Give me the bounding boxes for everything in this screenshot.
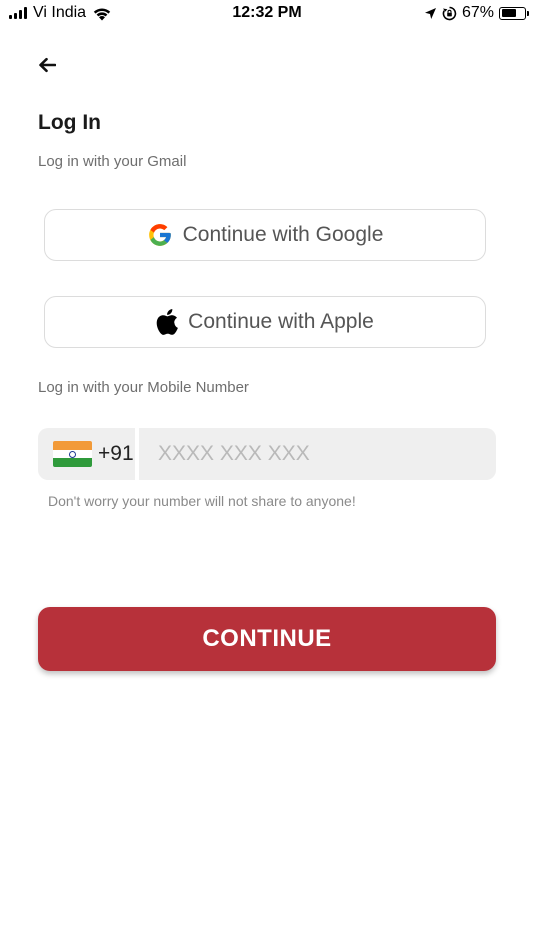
page-title: Log In	[38, 111, 101, 134]
gmail-section-label: Log in with your Gmail	[38, 153, 187, 170]
location-arrow-icon	[424, 7, 436, 19]
battery-level-fill	[501, 9, 517, 17]
google-icon	[148, 224, 171, 246]
arrow-left-icon	[39, 57, 56, 73]
apple-button-label: Continue with Apple	[188, 310, 374, 333]
continue-with-apple-button[interactable]: Continue with Apple	[44, 296, 486, 348]
india-flag-icon	[53, 441, 92, 467]
continue-button[interactable]: CONTINUE	[38, 607, 496, 671]
privacy-helper-text: Don't worry your number will not share t…	[48, 493, 356, 509]
google-button-label: Continue with Google	[182, 223, 384, 246]
apple-icon	[156, 309, 179, 335]
phone-number-row: +91	[38, 428, 496, 480]
mobile-section-label: Log in with your Mobile Number	[38, 379, 249, 396]
status-bar: Vi India 12:32 PM 67%	[0, 0, 534, 28]
continue-with-google-button[interactable]: Continue with Google	[44, 209, 486, 261]
back-button[interactable]	[36, 54, 58, 76]
country-code-text: +91	[98, 442, 134, 465]
phone-number-input[interactable]	[139, 428, 496, 480]
status-right: 67%	[424, 4, 529, 22]
country-code-selector[interactable]: +91	[38, 428, 135, 480]
battery-percent: 67%	[461, 4, 494, 21]
orientation-lock-icon	[442, 6, 457, 20]
battery-icon	[499, 6, 529, 20]
